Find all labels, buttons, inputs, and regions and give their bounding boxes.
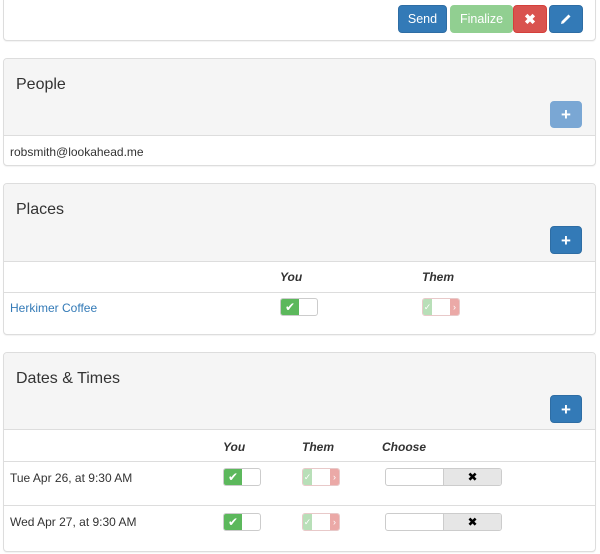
- chevron-right-icon: ›: [450, 299, 459, 315]
- person-email: robsmith@lookahead.me: [10, 145, 144, 159]
- dates-col-choose: Choose: [382, 440, 427, 454]
- date-you-toggle[interactable]: ✔: [223, 468, 261, 486]
- check-icon: ✔: [224, 514, 242, 530]
- date-choose-toggle[interactable]: ✖: [385, 513, 502, 531]
- date-label: Wed Apr 27, at 9:30 AM: [10, 515, 137, 529]
- date-label: Tue Apr 26, at 9:30 AM: [10, 471, 133, 485]
- date-them-toggle: ✓ ›: [302, 468, 340, 486]
- divider: [4, 292, 595, 293]
- chevron-right-icon: ›: [330, 514, 339, 530]
- add-date-button[interactable]: +: [550, 395, 582, 423]
- places-col-you: You: [280, 270, 303, 284]
- times-icon: ✖: [443, 469, 501, 485]
- places-col-them: Them: [422, 270, 455, 284]
- date-them-toggle: ✓ ›: [302, 513, 340, 531]
- divider: [4, 505, 595, 506]
- dates-panel: Dates & Times + You Them Choose Tue Apr …: [3, 352, 596, 552]
- date-you-toggle[interactable]: ✔: [223, 513, 261, 531]
- finalize-button[interactable]: Finalize: [450, 5, 513, 33]
- times-icon: ✖: [524, 10, 536, 27]
- plus-icon: +: [561, 105, 571, 124]
- place-them-toggle: ✓ ›: [422, 298, 460, 316]
- times-icon: ✖: [443, 514, 501, 530]
- plus-icon: +: [561, 399, 571, 419]
- check-icon: ✔: [281, 299, 299, 315]
- divider: [4, 461, 595, 462]
- dates-title: Dates & Times: [16, 370, 121, 387]
- place-link[interactable]: Herkimer Coffee: [10, 301, 97, 315]
- check-icon: ✓: [423, 299, 432, 315]
- dates-heading: Dates & Times +: [4, 353, 595, 430]
- chevron-right-icon: ›: [330, 469, 339, 485]
- toolbar-panel: Send Finalize ✖: [3, 0, 596, 41]
- delete-button[interactable]: ✖: [513, 5, 547, 33]
- plus-icon: +: [561, 230, 571, 250]
- places-heading: Places +: [4, 184, 595, 262]
- check-icon: ✔: [224, 469, 242, 485]
- edit-button[interactable]: [549, 5, 583, 33]
- people-title: People: [16, 76, 66, 93]
- pencil-icon: [561, 14, 571, 24]
- check-icon: ✓: [303, 469, 312, 485]
- send-button[interactable]: Send: [398, 5, 447, 33]
- places-title: Places: [16, 201, 65, 218]
- places-panel: Places + You Them Herkimer Coffee ✔ ✓ ›: [3, 183, 596, 335]
- add-person-button[interactable]: +: [550, 101, 582, 128]
- date-choose-toggle[interactable]: ✖: [385, 468, 502, 486]
- dates-col-them: Them: [302, 440, 335, 454]
- place-you-toggle[interactable]: ✔: [280, 298, 318, 316]
- dates-col-you: You: [223, 440, 246, 454]
- add-place-button[interactable]: +: [550, 226, 582, 254]
- people-panel: People + robsmith@lookahead.me: [3, 58, 596, 166]
- people-heading: People +: [4, 59, 595, 136]
- check-icon: ✓: [303, 514, 312, 530]
